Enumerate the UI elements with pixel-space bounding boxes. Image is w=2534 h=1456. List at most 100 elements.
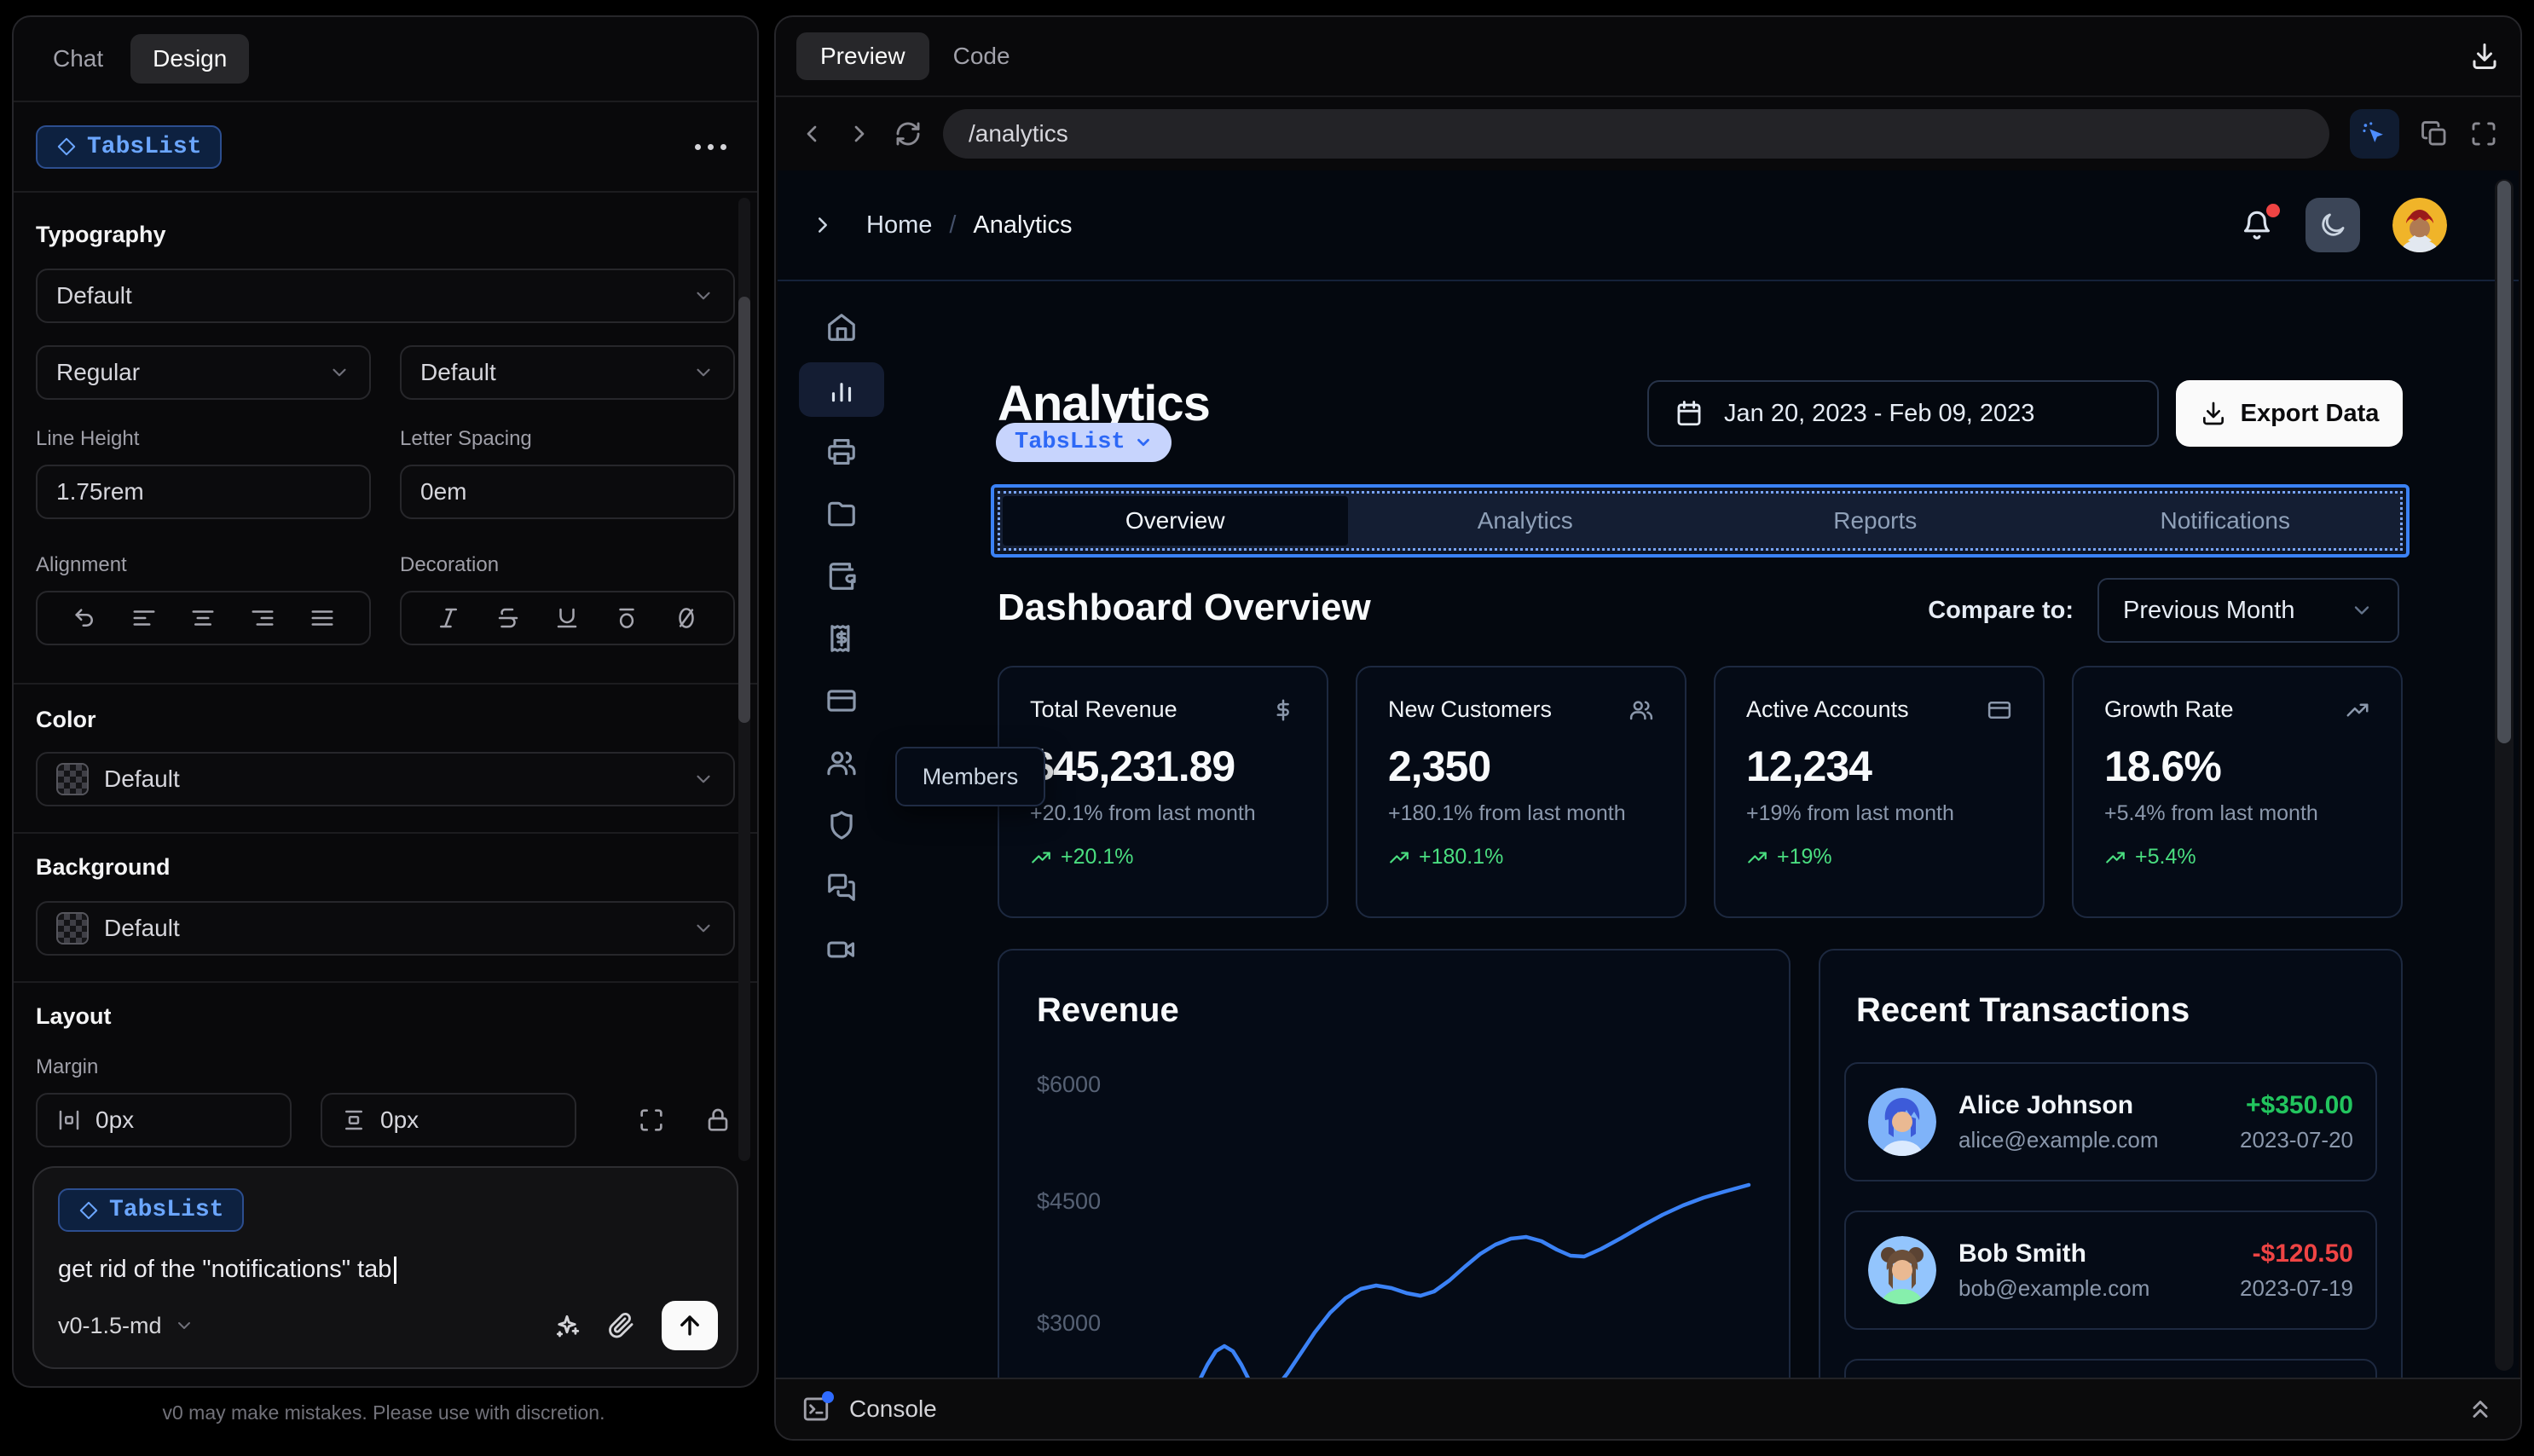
notifications-bell-button[interactable] bbox=[2241, 204, 2280, 241]
date-range-value: Jan 20, 2023 - Feb 09, 2023 bbox=[1724, 399, 2035, 427]
breadcrumb-home[interactable]: Home bbox=[866, 211, 932, 240]
chevrons-up-icon[interactable] bbox=[2466, 1395, 2495, 1424]
app-header: Home / Analytics bbox=[778, 170, 2519, 281]
selection-badge-label: TabsList bbox=[1015, 430, 1125, 455]
model-value: v0-1.5-md bbox=[58, 1312, 162, 1338]
font-family-select[interactable]: Default bbox=[36, 269, 735, 323]
selected-element-label: TabsList bbox=[87, 133, 202, 160]
composer-context-chip[interactable]: TabsList bbox=[58, 1188, 245, 1232]
rail-analytics[interactable] bbox=[799, 362, 884, 417]
stat-sub: +19% from last month bbox=[1746, 801, 1954, 825]
calendar-icon bbox=[1677, 401, 1701, 426]
sidebar-expand-chevron-icon[interactable] bbox=[810, 212, 836, 238]
rail-security[interactable] bbox=[799, 798, 884, 852]
sparkles-icon[interactable] bbox=[553, 1311, 581, 1340]
chevron-down-icon bbox=[697, 924, 710, 933]
margin-y-value: 0px bbox=[380, 1106, 419, 1133]
tab-preview[interactable]: Preview bbox=[796, 32, 929, 80]
font-weight-select[interactable]: Regular bbox=[36, 345, 371, 400]
align-left-icon[interactable] bbox=[131, 605, 157, 631]
compare-select[interactable]: Previous Month bbox=[2097, 578, 2399, 643]
stat-delta-value: +19% bbox=[1777, 845, 1832, 869]
viewport-scrollbar-track[interactable] bbox=[2495, 179, 2514, 1371]
transaction-row[interactable]: Bob Smith bob@example.com -$120.50 2023-… bbox=[1844, 1210, 2377, 1330]
tab-notifications[interactable]: Notifications bbox=[2051, 494, 2401, 548]
revenue-title: Revenue bbox=[1037, 991, 1179, 1029]
fullscreen-icon[interactable] bbox=[2469, 119, 2498, 148]
undo-icon[interactable] bbox=[72, 605, 97, 631]
tab-analytics[interactable]: Analytics bbox=[1351, 494, 1701, 548]
checker-swatch-icon bbox=[56, 763, 89, 795]
chevron-down-icon bbox=[697, 368, 710, 377]
export-data-button[interactable]: Export Data bbox=[2176, 380, 2403, 447]
letter-spacing-value: 0em bbox=[420, 478, 467, 505]
download-icon[interactable] bbox=[2469, 41, 2500, 72]
y-tick: $4500 bbox=[1037, 1188, 1102, 1214]
margin-x-input[interactable]: 0px bbox=[36, 1093, 292, 1147]
lock-icon[interactable] bbox=[704, 1106, 732, 1134]
tab-code[interactable]: Code bbox=[953, 43, 1010, 70]
align-center-icon[interactable] bbox=[190, 605, 216, 631]
model-select[interactable]: v0-1.5-md bbox=[58, 1313, 194, 1339]
line-height-input[interactable]: 1.75rem bbox=[36, 465, 371, 519]
stat-title: Growth Rate bbox=[2104, 696, 2234, 722]
transaction-row[interactable] bbox=[1844, 1359, 2377, 1378]
console-bar[interactable]: Console bbox=[776, 1378, 2520, 1439]
ellipsis-icon[interactable] bbox=[686, 136, 735, 159]
back-icon[interactable] bbox=[798, 120, 825, 147]
tab-chat[interactable]: Chat bbox=[36, 35, 120, 83]
underline-icon[interactable] bbox=[554, 605, 580, 631]
chat-composer[interactable]: TabsList get rid of the "notifications" … bbox=[32, 1166, 738, 1369]
rail-video[interactable] bbox=[799, 922, 884, 977]
selection-badge[interactable]: TabsList bbox=[996, 423, 1172, 462]
panel-scrollbar-thumb[interactable] bbox=[738, 297, 750, 723]
rail-messages[interactable] bbox=[799, 860, 884, 915]
send-button[interactable] bbox=[662, 1301, 718, 1350]
tab-reports[interactable]: Reports bbox=[1700, 494, 2051, 548]
moon-icon bbox=[2322, 213, 2345, 236]
rail-invoices[interactable] bbox=[799, 611, 884, 666]
strikethrough-icon[interactable] bbox=[495, 605, 521, 631]
rail-members[interactable] bbox=[799, 736, 884, 790]
composer-input[interactable]: get rid of the "notifications" tab bbox=[58, 1256, 713, 1285]
rail-home[interactable] bbox=[799, 300, 884, 355]
forward-icon[interactable] bbox=[846, 120, 873, 147]
tab-design[interactable]: Design bbox=[130, 34, 250, 84]
color-select[interactable]: Default bbox=[36, 752, 735, 806]
rail-cards[interactable] bbox=[799, 673, 884, 728]
user-avatar[interactable] bbox=[2392, 198, 2447, 252]
copy-icon[interactable] bbox=[2420, 119, 2449, 148]
margin-y-input[interactable]: 0px bbox=[321, 1093, 576, 1147]
background-select[interactable]: Default bbox=[36, 901, 735, 956]
selected-element-chip[interactable]: TabsList bbox=[36, 124, 223, 169]
recent-transactions-card: Recent Transactions Alice Johnson alice@… bbox=[1819, 949, 2403, 1378]
trending-up-icon bbox=[2346, 703, 2369, 716]
no-decoration-icon[interactable] bbox=[674, 605, 699, 631]
overline-icon[interactable] bbox=[614, 605, 639, 631]
tab-overview[interactable]: Overview bbox=[1003, 496, 1348, 546]
rail-wallet[interactable] bbox=[799, 549, 884, 604]
transaction-row[interactable]: Alice Johnson alice@example.com +$350.00… bbox=[1844, 1062, 2377, 1182]
letter-spacing-input[interactable]: 0em bbox=[400, 465, 735, 519]
align-justify-icon[interactable] bbox=[310, 605, 335, 631]
refresh-icon[interactable] bbox=[894, 119, 923, 148]
paperclip-icon[interactable] bbox=[607, 1311, 636, 1340]
select-element-button[interactable] bbox=[2350, 109, 2399, 159]
rail-reports[interactable] bbox=[799, 425, 884, 479]
preview-panel: Preview Code /analytics Home / Analytics bbox=[774, 15, 2522, 1441]
expand-icon[interactable] bbox=[638, 1106, 665, 1134]
date-range-picker[interactable]: Jan 20, 2023 - Feb 09, 2023 bbox=[1647, 380, 2159, 447]
dark-mode-toggle[interactable] bbox=[2305, 198, 2360, 252]
font-size-select[interactable]: Default bbox=[400, 345, 735, 400]
viewport-scrollbar-thumb[interactable] bbox=[2497, 181, 2511, 743]
italic-icon[interactable] bbox=[436, 605, 461, 631]
rail-files[interactable] bbox=[799, 487, 884, 541]
decoration-toolbar bbox=[400, 591, 735, 645]
download-icon bbox=[2202, 402, 2224, 425]
url-input[interactable]: /analytics bbox=[943, 109, 2329, 159]
align-right-icon[interactable] bbox=[250, 605, 275, 631]
margin-x-icon bbox=[59, 1110, 79, 1130]
preview-tab-bar: Preview Code bbox=[776, 17, 2520, 97]
credit-card-icon bbox=[827, 690, 856, 712]
chevron-down-icon bbox=[177, 1322, 190, 1329]
